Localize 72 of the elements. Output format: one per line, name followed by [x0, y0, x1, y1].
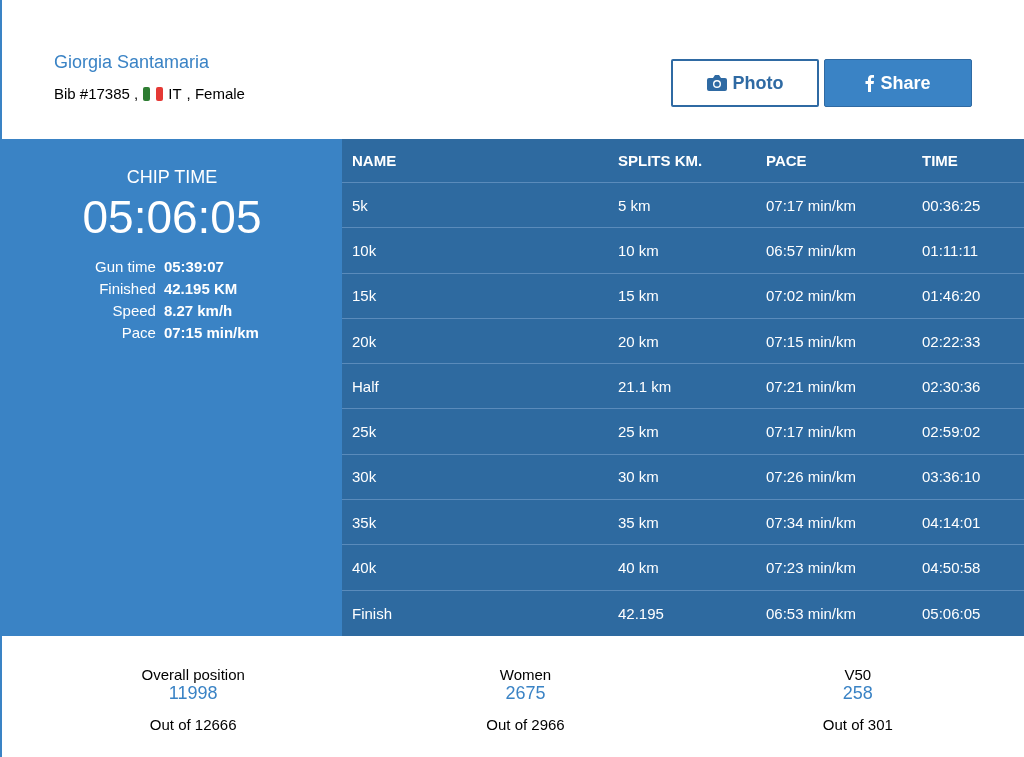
- table-cell-text: 21.1 km: [618, 377, 673, 395]
- table-cell-text: 35 km: [618, 513, 660, 531]
- table-cell-text: 05:06:05: [922, 604, 982, 622]
- stat-label: Pace: [120, 324, 156, 341]
- table-cell-text: 20 km: [618, 332, 660, 350]
- table-cell-text: 06:53 min/km: [766, 604, 858, 622]
- table-cell-text: 25k: [352, 423, 378, 441]
- table-cell-text: Half: [352, 377, 380, 395]
- position-label: V50: [844, 666, 872, 683]
- column-header: SPLITS KM.: [618, 152, 704, 169]
- position-total: Out of 12666: [149, 716, 237, 733]
- flag-icon: [143, 86, 164, 101]
- column-header: PACE: [766, 152, 808, 169]
- table-cell-text: 04:14:01: [922, 513, 982, 531]
- column-header: TIME: [922, 152, 959, 169]
- table-cell-text: 15 km: [618, 287, 660, 305]
- photo-button[interactable]: Photo: [671, 59, 819, 107]
- chip-time-label: CHIP TIME: [126, 167, 218, 188]
- table-cell-text: 40k: [352, 559, 378, 576]
- table-cell-text: 07:34 min/km: [766, 513, 858, 531]
- table-cell-text: 06:57 min/km: [766, 241, 858, 259]
- table-cell-text: 42.195: [618, 604, 665, 622]
- position-value: 2675: [505, 683, 546, 704]
- runner-name: Giorgia Santamaria: [54, 52, 211, 73]
- table-cell-text: 10 km: [618, 241, 660, 259]
- table-cell-text: 03:36:10: [922, 468, 982, 486]
- country-code: IT: [168, 85, 182, 102]
- table-cell-text: Finish: [352, 604, 393, 622]
- camera-icon: [706, 75, 727, 91]
- table-cell-text: 5 km: [618, 196, 652, 214]
- table-cell-text: 35k: [352, 513, 378, 531]
- facebook-icon: [865, 74, 875, 92]
- stat-value: 07:15 min/km: [163, 324, 259, 341]
- table-cell-text: 5k: [352, 196, 369, 214]
- column-header: NAME: [352, 152, 398, 169]
- table-cell-text: 02:22:33: [922, 332, 982, 350]
- table-cell-text: 40 km: [618, 559, 660, 576]
- stat-label: Finished: [98, 280, 156, 297]
- chip-time-value: 05:06:05: [82, 190, 262, 244]
- stat-label: Speed: [111, 302, 156, 319]
- position-value: 258: [842, 683, 873, 704]
- table-cell-text: 01:11:11: [922, 241, 980, 259]
- stat-value: 42.195 KM: [163, 280, 239, 297]
- table-cell-text: 00:36:25: [922, 196, 982, 214]
- position-value: 11998: [168, 683, 218, 704]
- position-total: Out of 2966: [486, 716, 565, 733]
- share-button[interactable]: Share: [824, 59, 972, 107]
- table-cell-text: 07:23 min/km: [766, 559, 858, 576]
- table-cell-text: 02:30:36: [922, 377, 982, 395]
- table-cell-text: 07:26 min/km: [766, 468, 858, 486]
- table-cell-text: 25 km: [618, 423, 660, 441]
- table-cell-text: 07:17 min/km: [766, 423, 858, 441]
- table-cell-text: 30 km: [618, 468, 660, 486]
- table-cell-text: 15k: [352, 287, 378, 305]
- stat-label: Gun time: [95, 258, 156, 275]
- table-cell-text: 04:50:58: [922, 559, 982, 576]
- table-cell-text: 01:46:20: [922, 287, 982, 305]
- position-label: Overall position: [141, 666, 245, 683]
- gender: , Female: [186, 85, 245, 102]
- position-label: Women: [499, 666, 552, 683]
- table-cell-text: 10k: [352, 241, 378, 259]
- table-cell-text: 07:17 min/km: [766, 196, 858, 214]
- table-cell-text: 07:21 min/km: [766, 377, 858, 395]
- table-cell-text: 07:15 min/km: [766, 332, 858, 350]
- table-cell-text: 30k: [352, 468, 378, 486]
- stat-value: 05:39:07: [163, 258, 225, 275]
- table-cell-text: 20k: [352, 332, 378, 350]
- table-cell-text: 02:59:02: [922, 423, 982, 441]
- stat-value: 8.27 km/h: [163, 302, 234, 319]
- bib-number: Bib #17385 ,: [54, 85, 139, 102]
- position-total: Out of 301: [822, 716, 893, 733]
- table-cell-text: 07:02 min/km: [766, 287, 858, 305]
